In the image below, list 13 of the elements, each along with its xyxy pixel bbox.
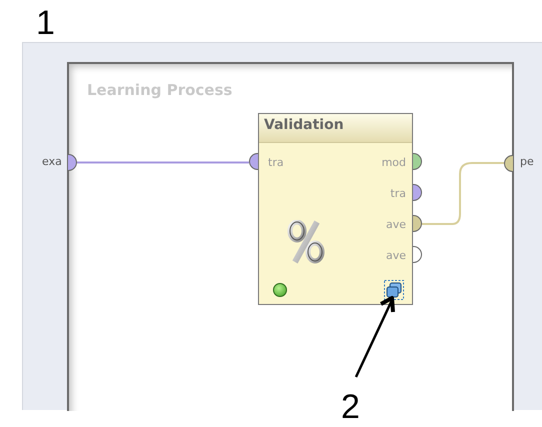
subprocess-icon[interactable] [384,280,404,300]
operator-title: Validation [259,114,412,143]
port-label: exa [42,155,62,168]
port-label: mod [382,156,406,169]
operator-box[interactable]: Validation tra mod tra ave ave [258,113,413,305]
port-label: tra [390,187,406,200]
port-label: tra [268,156,284,169]
port-label: ave [386,249,406,262]
annotation-number: 2 [341,390,360,424]
port-label: pe [520,155,534,168]
percent-icon [287,220,325,264]
port-label: ave [386,218,406,231]
annotation-number: 1 [36,6,55,40]
